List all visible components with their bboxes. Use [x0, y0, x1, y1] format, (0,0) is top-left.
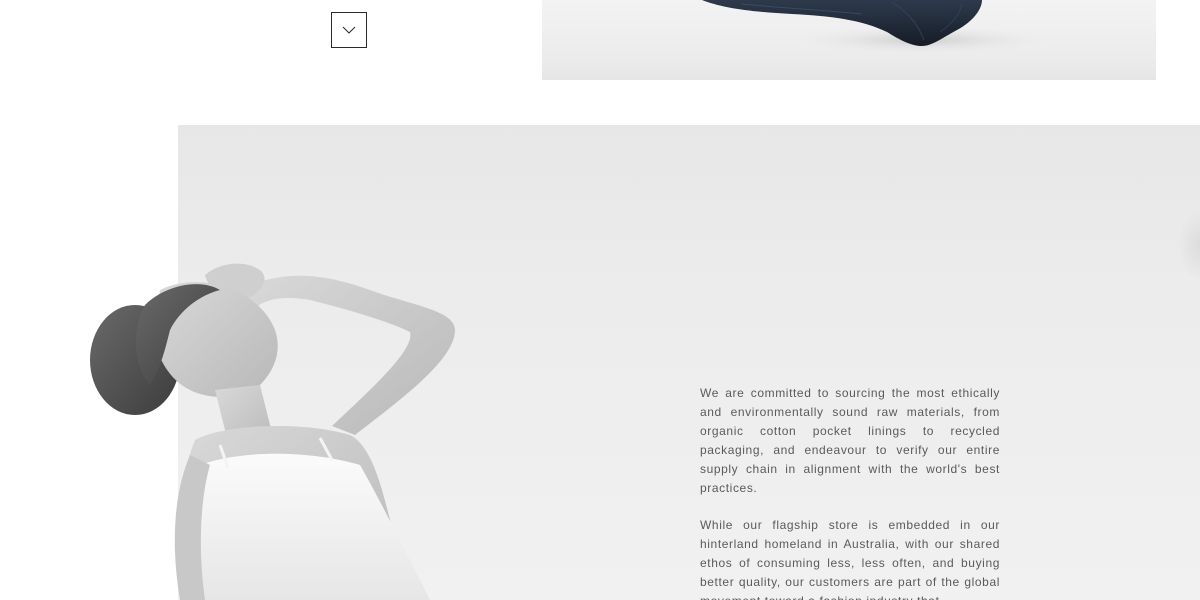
paragraph: While our flagship store is embedded in …: [700, 518, 1000, 600]
denim-photo: [542, 0, 1156, 80]
scroll-down-button[interactable]: [331, 12, 367, 48]
page: We are committed to sourcing the most et…: [0, 0, 1200, 600]
paragraph: We are committed to sourcing the most et…: [700, 386, 1000, 495]
chevron-down-icon: [342, 26, 356, 34]
sustainability-copy: We are committed to sourcing the most et…: [700, 384, 1000, 600]
model-photo: [70, 250, 490, 600]
edge-shadow: [1178, 210, 1200, 280]
